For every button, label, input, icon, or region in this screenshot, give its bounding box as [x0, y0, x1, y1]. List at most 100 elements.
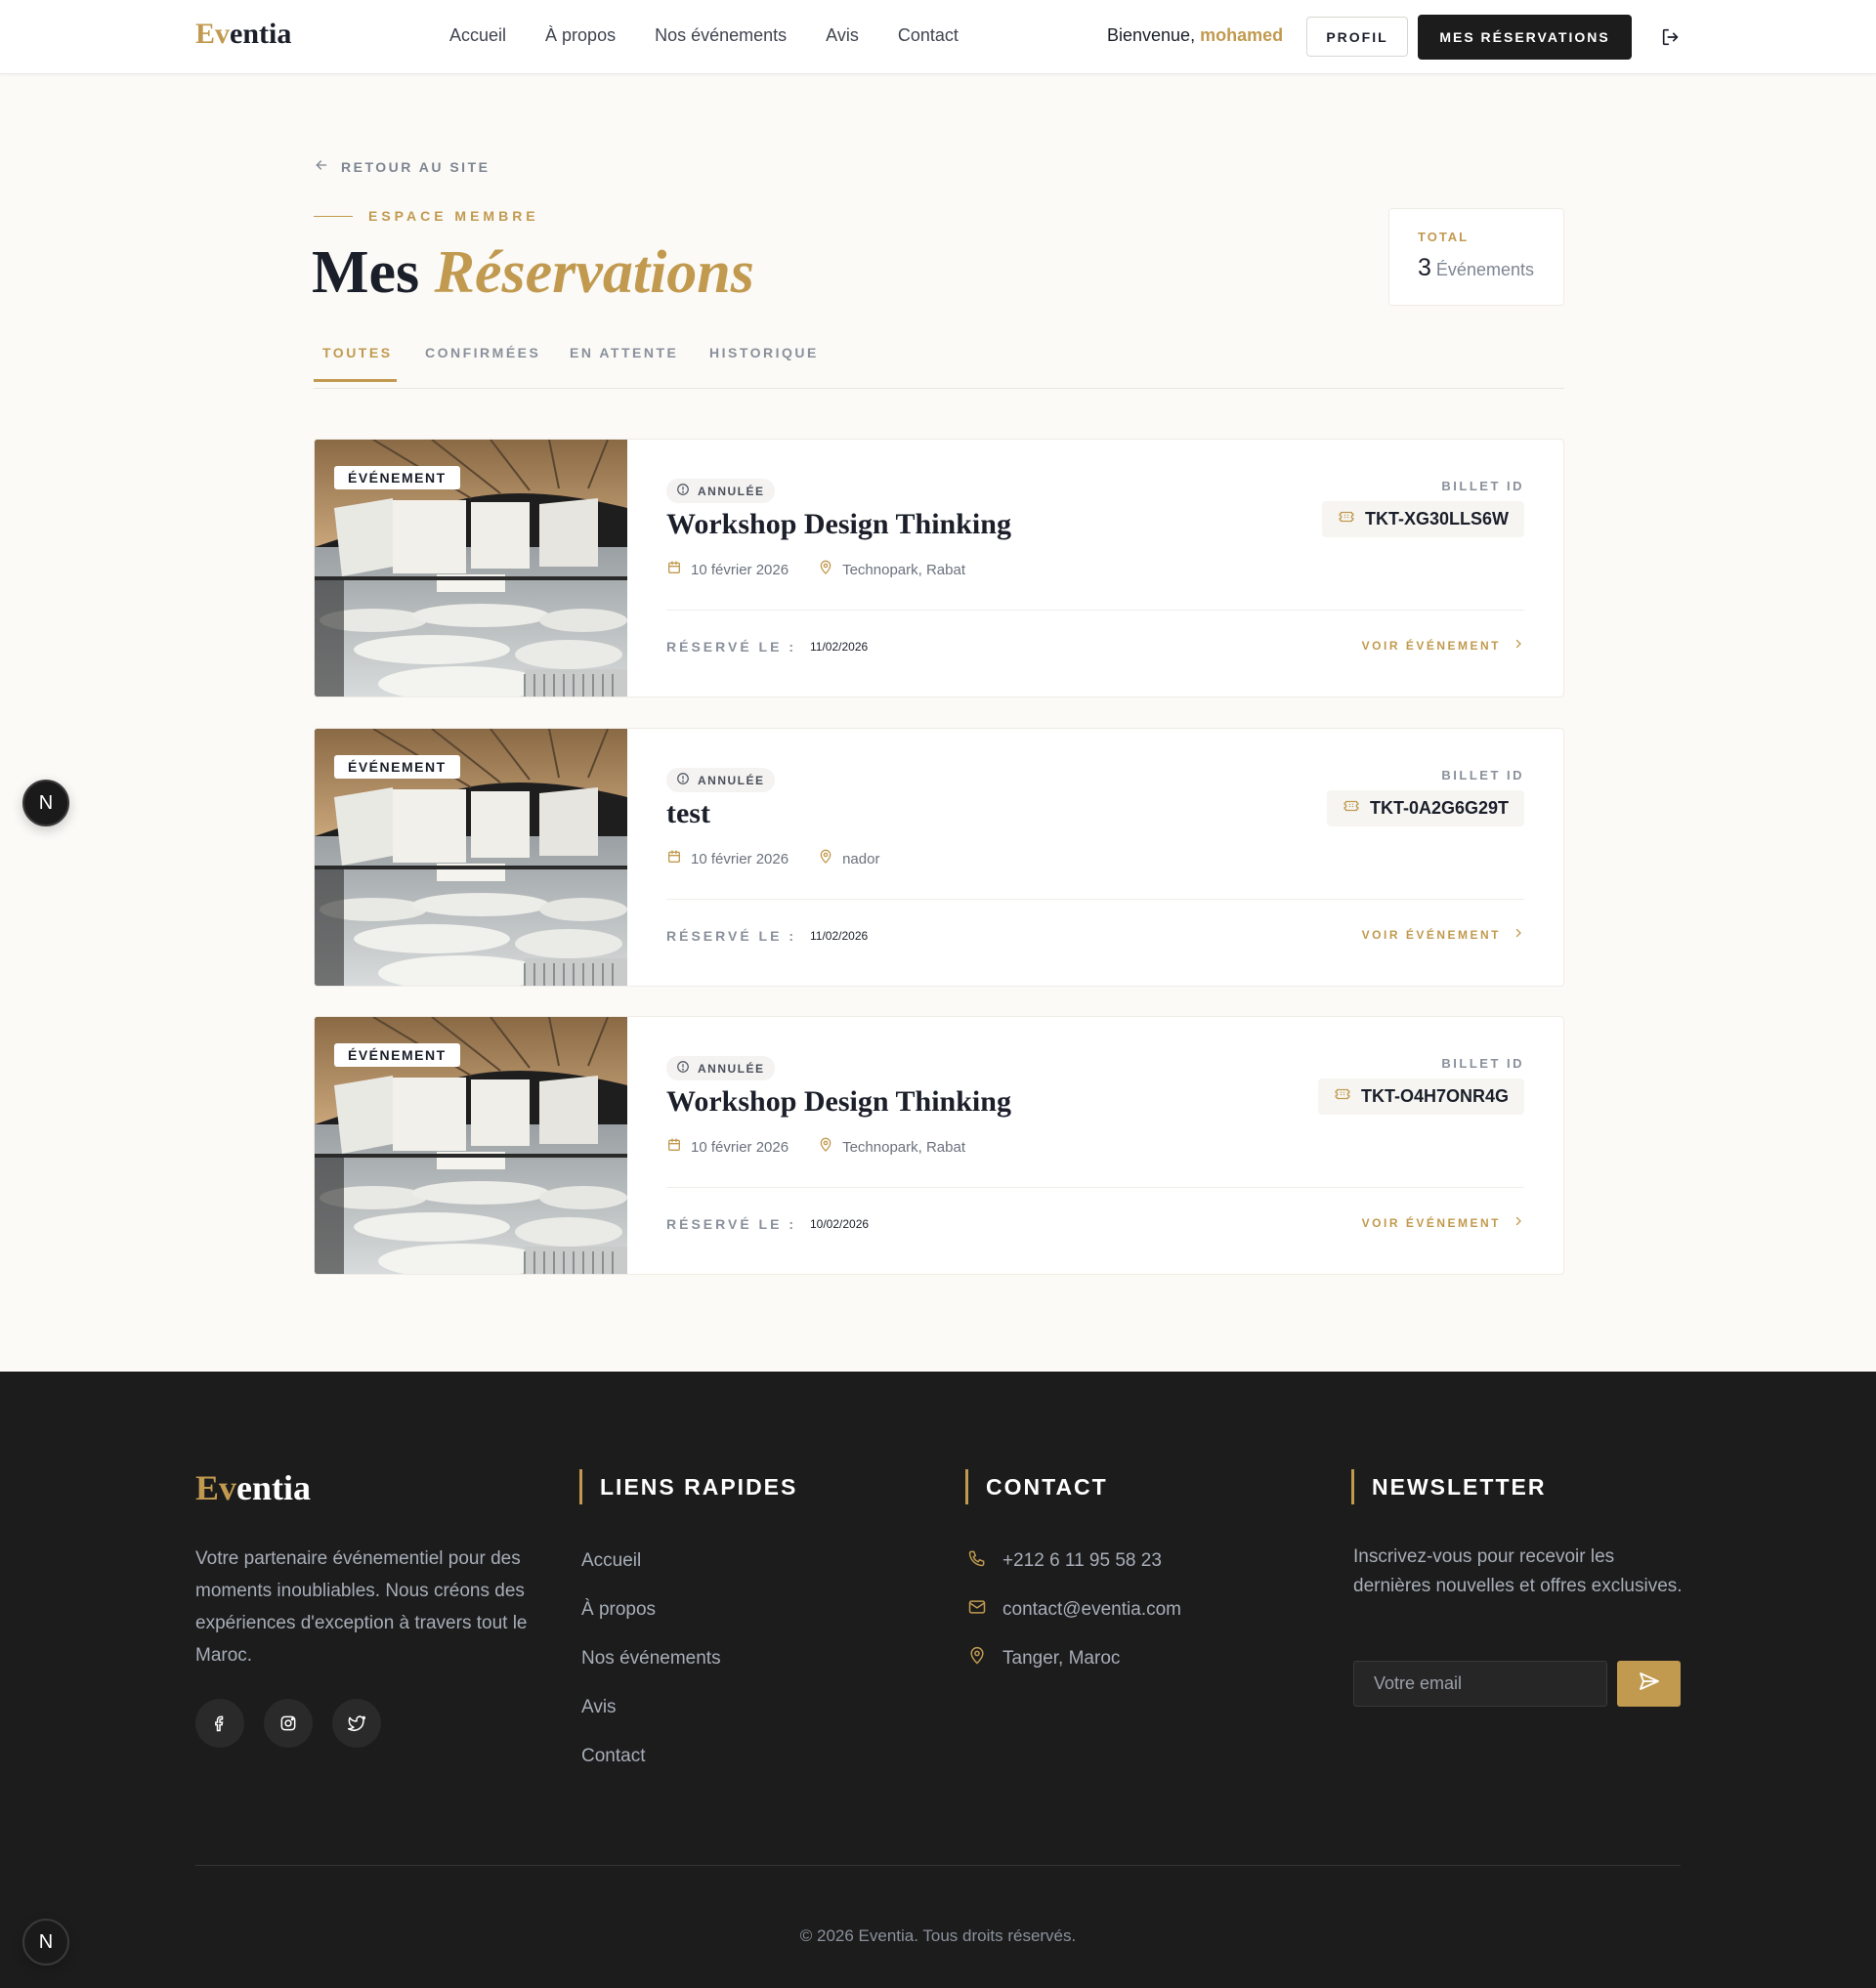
event-date: 10 février 2026 — [691, 1138, 789, 1156]
logout-icon[interactable] — [1660, 26, 1682, 48]
event-location: nador — [842, 850, 880, 867]
event-image[interactable]: ÉVÉNEMENT — [315, 440, 627, 697]
view-event-link[interactable]: VOIR ÉVÉNEMENT — [1362, 1215, 1524, 1230]
ticket-id: TKT-O4H7ONR4G — [1317, 1079, 1524, 1115]
reservation-card: ÉVÉNEMENT ANNULÉE test 10 février 2026 n… — [314, 728, 1564, 987]
event-badge: ÉVÉNEMENT — [334, 755, 460, 779]
reserved-date: 10/02/2026 — [810, 1217, 870, 1231]
ticket-label: BILLET ID — [1441, 768, 1524, 783]
event-title[interactable]: Workshop Design Thinking — [666, 1085, 1011, 1119]
contact-address: Tanger, Maroc — [967, 1646, 1181, 1671]
newsletter-submit-button[interactable] — [1617, 1661, 1681, 1707]
tab-confirmees[interactable]: CONFIRMÉES — [425, 345, 540, 360]
welcome-text: Bienvenue, mohamed — [1107, 25, 1284, 45]
site-footer: Eventia Votre partenaire événementiel po… — [0, 1372, 1876, 1988]
event-title[interactable]: Workshop Design Thinking — [666, 508, 1011, 541]
reserved-label: RÉSERVÉ LE : — [666, 928, 796, 944]
instagram-icon[interactable] — [264, 1699, 313, 1748]
info-circle-icon — [676, 772, 690, 788]
eyebrow: ESPACE MEMBRE — [314, 208, 539, 224]
event-badge: ÉVÉNEMENT — [334, 1043, 460, 1067]
social-links — [195, 1699, 381, 1748]
reserved-date: 11/02/2026 — [810, 929, 869, 943]
contact-phone[interactable]: +212 6 11 95 58 23 — [967, 1548, 1181, 1573]
tab-historique[interactable]: HISTORIQUE — [709, 345, 819, 360]
event-date: 10 février 2026 — [691, 850, 789, 867]
card-divider — [666, 610, 1524, 611]
view-event-label: VOIR ÉVÉNEMENT — [1361, 927, 1501, 942]
newsletter-heading: NEWSLETTER — [1351, 1469, 1546, 1504]
tab-toutes[interactable]: TOUTES — [322, 345, 393, 360]
event-date: 10 février 2026 — [691, 561, 789, 578]
reservations-button[interactable]: MES RÉSERVATIONS — [1418, 15, 1632, 60]
footer-links: Accueil À propos Nos événements Avis Con… — [581, 1548, 721, 1768]
arrow-left-icon — [314, 157, 329, 176]
footer-link-accueil[interactable]: Accueil — [581, 1548, 721, 1573]
calendar-icon — [666, 560, 682, 579]
footer-divider — [195, 1865, 1681, 1866]
eyebrow-label: ESPACE MEMBRE — [368, 208, 539, 224]
facebook-icon[interactable] — [195, 1699, 244, 1748]
dev-tools-badge-bottom[interactable]: N — [22, 1919, 69, 1966]
profile-button[interactable]: PROFIL — [1306, 17, 1408, 57]
status-label: ANNULÉE — [698, 484, 765, 498]
status-badge: ANNULÉE — [666, 1056, 775, 1080]
ticket-icon — [1334, 1085, 1351, 1108]
total-label: TOTAL — [1418, 230, 1470, 244]
footer-about: Votre partenaire événementiel pour des m… — [195, 1548, 528, 1666]
chevron-right-icon — [1513, 927, 1524, 942]
reservation-card: ÉVÉNEMENT ANNULÉE Workshop Design Thinki… — [314, 439, 1564, 698]
footer-logo[interactable]: Eventia — [195, 1467, 311, 1508]
main-nav: Accueil À propos Nos événements Avis Con… — [449, 25, 959, 46]
event-meta: 10 février 2026 Technopark, Rabat — [666, 1137, 995, 1157]
footer-link-evenements[interactable]: Nos événements — [581, 1646, 721, 1671]
event-meta: 10 février 2026 Technopark, Rabat — [666, 560, 995, 579]
dev-tools-badge[interactable]: N — [22, 780, 69, 826]
contact-heading: CONTACT — [965, 1469, 1108, 1504]
view-event-link[interactable]: VOIR ÉVÉNEMENT — [1362, 638, 1524, 653]
event-image[interactable]: ÉVÉNEMENT — [315, 729, 627, 986]
newsletter-email-input[interactable] — [1353, 1661, 1607, 1707]
total-box: TOTAL 3 Événements — [1388, 208, 1564, 306]
back-to-site-link[interactable]: RETOUR AU SITE — [314, 157, 490, 176]
view-event-label: VOIR ÉVÉNEMENT — [1361, 638, 1501, 653]
status-badge: ANNULÉE — [666, 479, 775, 503]
reserved-on: RÉSERVÉ LE : 10/02/2026 — [666, 1216, 869, 1232]
nav-a-propos[interactable]: À propos — [545, 25, 616, 46]
nav-evenements[interactable]: Nos événements — [655, 25, 787, 46]
map-pin-icon — [818, 849, 833, 868]
card-divider — [666, 1187, 1524, 1188]
event-location: Technopark, Rabat — [842, 1138, 965, 1156]
ticket-id-value: TKT-XG30LLS6W — [1364, 509, 1509, 529]
tab-en-attente[interactable]: EN ATTENTE — [570, 345, 678, 360]
ticket-icon — [1343, 797, 1360, 820]
ticket-id-value: TKT-0A2G6G29T — [1369, 798, 1509, 818]
ticket-id-value: TKT-O4H7ONR4G — [1360, 1086, 1509, 1106]
footer-link-a-propos[interactable]: À propos — [581, 1597, 721, 1622]
nav-contact[interactable]: Contact — [898, 25, 959, 46]
event-image[interactable]: ÉVÉNEMENT — [315, 1017, 627, 1274]
calendar-icon — [666, 849, 682, 868]
event-meta: 10 février 2026 nador — [666, 849, 909, 868]
filter-tabs: TOUTES CONFIRMÉES EN ATTENTE HISTORIQUE — [314, 337, 1564, 389]
contact-email[interactable]: contact@eventia.com — [967, 1597, 1181, 1622]
nav-avis[interactable]: Avis — [826, 25, 859, 46]
ticket-id: TKT-XG30LLS6W — [1321, 501, 1524, 537]
card-divider — [666, 899, 1524, 900]
reserved-on: RÉSERVÉ LE : 11/02/2026 — [666, 928, 868, 944]
nav-accueil[interactable]: Accueil — [449, 25, 506, 46]
view-event-link[interactable]: VOIR ÉVÉNEMENT — [1362, 927, 1524, 942]
twitter-icon[interactable] — [332, 1699, 381, 1748]
reserved-date: 11/02/2026 — [810, 640, 869, 654]
status-label: ANNULÉE — [698, 1061, 765, 1076]
footer-link-contact[interactable]: Contact — [581, 1744, 721, 1768]
reservation-card: ÉVÉNEMENT ANNULÉE Workshop Design Thinki… — [314, 1016, 1564, 1275]
page-title: Mes Réservations — [312, 239, 754, 306]
footer-link-avis[interactable]: Avis — [581, 1695, 721, 1719]
reserved-label: RÉSERVÉ LE : — [666, 1216, 796, 1232]
chevron-right-icon — [1513, 1215, 1524, 1230]
event-title[interactable]: test — [666, 797, 710, 830]
site-header: Eventia Accueil À propos Nos événements … — [0, 0, 1876, 74]
send-icon — [1638, 1670, 1661, 1698]
brand-logo[interactable]: Eventia — [195, 18, 291, 51]
